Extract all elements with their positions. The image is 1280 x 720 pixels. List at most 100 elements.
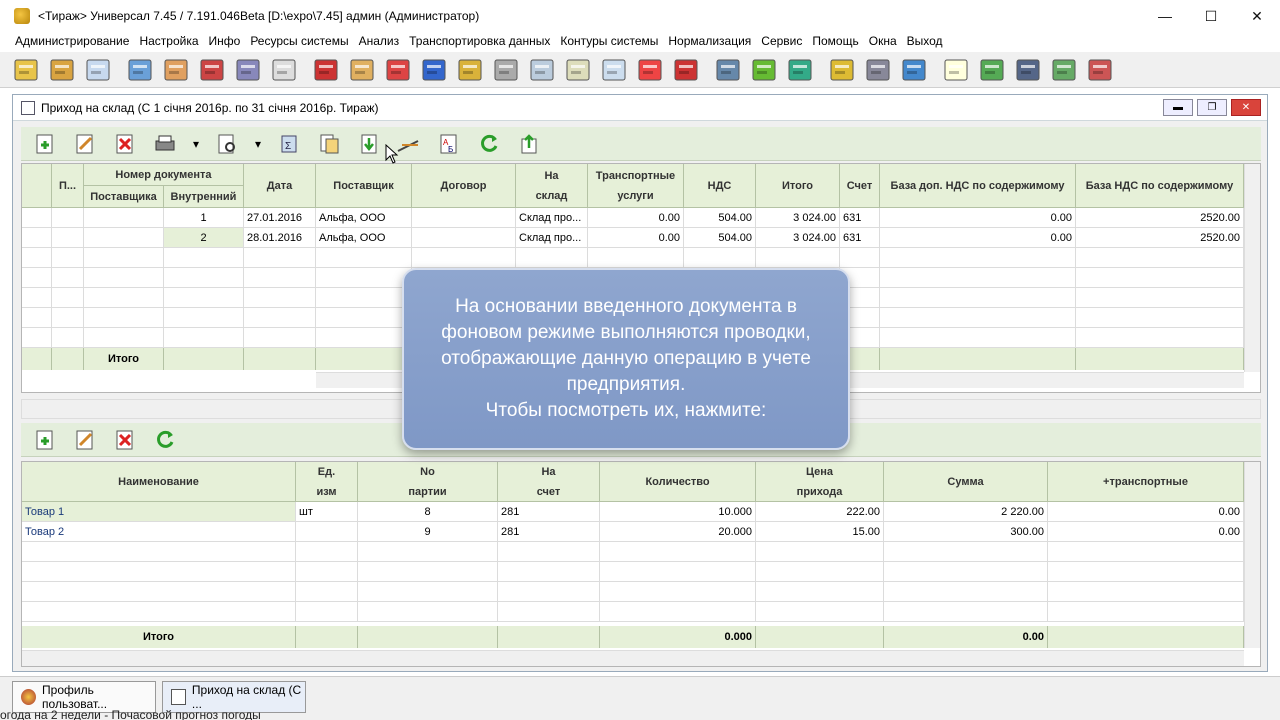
menu-settings[interactable]: Настройка — [134, 34, 203, 48]
report-icon[interactable] — [268, 55, 300, 85]
empty-cell[interactable] — [84, 268, 164, 288]
column-header-internal-no[interactable]: Внутренний — [164, 186, 244, 208]
empty-cell[interactable] — [358, 542, 498, 562]
empty-cell[interactable] — [164, 248, 244, 268]
network-icon[interactable] — [784, 55, 816, 85]
item-cell[interactable]: шт — [296, 502, 358, 522]
item-cell[interactable]: 281 — [498, 522, 600, 542]
print-dropdown-icon[interactable]: ▾ — [191, 131, 201, 157]
books-icon[interactable] — [712, 55, 744, 85]
item-column-header-name[interactable]: Наименование — [22, 462, 296, 502]
empty-cell[interactable] — [164, 308, 244, 328]
empty-cell[interactable] — [880, 328, 1076, 348]
table-cell[interactable] — [412, 208, 516, 228]
folder-list-icon[interactable] — [232, 55, 264, 85]
empty-cell[interactable] — [316, 328, 412, 348]
lower-vertical-scrollbar[interactable] — [1244, 462, 1260, 648]
column-header-total[interactable]: Итого — [756, 164, 840, 208]
empty-cell[interactable] — [316, 268, 412, 288]
child-minimize-button[interactable]: ▬ — [1163, 99, 1193, 116]
column-header-docnum[interactable]: Номер документа — [84, 164, 244, 186]
translate-icon[interactable]: AБ — [435, 131, 463, 157]
menu-windows[interactable]: Окна — [864, 34, 902, 48]
table-cell[interactable] — [412, 228, 516, 248]
column-header-supplier-no[interactable]: Поставщика — [84, 186, 164, 208]
copy-document-icon[interactable] — [315, 131, 343, 157]
empty-cell[interactable] — [52, 308, 84, 328]
empty-cell[interactable] — [756, 602, 884, 622]
grid-icon[interactable] — [976, 55, 1008, 85]
empty-cell[interactable] — [52, 248, 84, 268]
prices-icon[interactable] — [310, 55, 342, 85]
column-header-to_warehouse[interactable]: На склад — [516, 164, 588, 208]
delete-document-icon[interactable] — [111, 131, 139, 157]
column-header-date[interactable]: Дата — [244, 164, 316, 208]
empty-cell[interactable] — [164, 268, 244, 288]
item-cell[interactable]: 281 — [498, 502, 600, 522]
table-cell[interactable]: 631 — [840, 228, 880, 248]
menu-exit[interactable]: Выход — [902, 34, 948, 48]
empty-cell[interactable] — [244, 248, 316, 268]
empty-cell[interactable] — [296, 562, 358, 582]
refresh-items-icon[interactable] — [151, 427, 179, 453]
table-cell[interactable] — [22, 228, 52, 248]
empty-cell[interactable] — [880, 248, 1076, 268]
empty-cell[interactable] — [600, 582, 756, 602]
exchange-icon[interactable] — [898, 55, 930, 85]
item-cell[interactable]: 2 220.00 — [884, 502, 1048, 522]
empty-cell[interactable] — [1076, 328, 1244, 348]
cash-icon[interactable] — [46, 55, 78, 85]
table-cell[interactable]: 0.00 — [880, 208, 1076, 228]
table-cell[interactable]: Альфа, ООО — [316, 228, 412, 248]
column-header-contract[interactable]: Договор — [412, 164, 516, 208]
empty-cell[interactable] — [756, 542, 884, 562]
table-cell[interactable]: 0.00 — [880, 228, 1076, 248]
table-cell[interactable] — [84, 208, 164, 228]
empty-cell[interactable] — [756, 248, 840, 268]
empty-cell[interactable] — [498, 542, 600, 562]
empty-cell[interactable] — [244, 268, 316, 288]
empty-cell[interactable] — [52, 268, 84, 288]
table-cell[interactable]: 2 — [164, 228, 244, 248]
table-cell[interactable]: 28.01.2016 — [244, 228, 316, 248]
empty-cell[interactable] — [164, 328, 244, 348]
coins-icon[interactable] — [454, 55, 486, 85]
table-cell[interactable]: Альфа, ООО — [316, 208, 412, 228]
catalog-icon[interactable] — [160, 55, 192, 85]
print-icon[interactable] — [151, 131, 179, 157]
table-cell[interactable]: 2520.00 — [1076, 228, 1244, 248]
empty-cell[interactable] — [244, 288, 316, 308]
empty-cell[interactable] — [498, 562, 600, 582]
pencil-icon[interactable] — [346, 55, 378, 85]
printer-icon[interactable] — [862, 55, 894, 85]
empty-cell[interactable] — [1076, 248, 1244, 268]
empty-cell[interactable] — [22, 268, 52, 288]
empty-cell[interactable] — [22, 288, 52, 308]
empty-cell[interactable] — [1076, 308, 1244, 328]
child-close-button[interactable]: ✕ — [1231, 99, 1261, 116]
column-header-transport[interactable]: Транспортные услуги — [588, 164, 684, 208]
empty-cell[interactable] — [880, 268, 1076, 288]
item-column-header-price[interactable]: Цена прихода — [756, 462, 884, 502]
empty-cell[interactable] — [52, 288, 84, 308]
table-cell[interactable]: 2520.00 — [1076, 208, 1244, 228]
key-icon[interactable] — [10, 55, 42, 85]
item-column-header-sum[interactable]: Сумма — [884, 462, 1048, 502]
empty-cell[interactable] — [880, 288, 1076, 308]
item-cell[interactable]: 0.00 — [1048, 502, 1244, 522]
menu-help[interactable]: Помощь — [807, 34, 863, 48]
empty-cell[interactable] — [84, 248, 164, 268]
table-cell[interactable] — [52, 208, 84, 228]
card-icon[interactable] — [562, 55, 594, 85]
upper-vertical-scrollbar[interactable] — [1244, 164, 1260, 372]
edit-document-icon[interactable] — [71, 131, 99, 157]
export-icon[interactable] — [515, 131, 543, 157]
table-cell[interactable] — [52, 228, 84, 248]
table-cell[interactable]: 1 — [164, 208, 244, 228]
refresh-icon[interactable] — [475, 131, 503, 157]
close-button[interactable]: ✕ — [1234, 0, 1280, 32]
item-cell[interactable]: 300.00 — [884, 522, 1048, 542]
column-header-p[interactable]: П... — [52, 164, 84, 208]
empty-cell[interactable] — [22, 602, 296, 622]
menu-resources[interactable]: Ресурсы системы — [245, 34, 353, 48]
